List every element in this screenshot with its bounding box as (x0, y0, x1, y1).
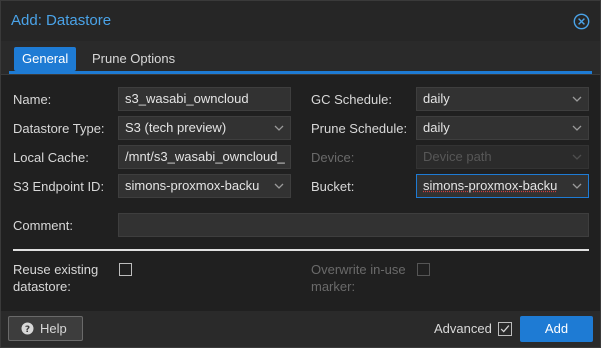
datastore-type-label: Datastore Type: (13, 121, 105, 136)
add-datastore-dialog: Add: Datastore General Prune Options Nam… (0, 0, 601, 348)
s3-endpoint-id-select[interactable]: simons-proxmox-backu (118, 174, 291, 198)
overwrite-in-use-label-line1: Overwrite in-use (311, 262, 406, 277)
reuse-existing-checkbox[interactable] (119, 263, 132, 276)
s3-endpoint-id-label: S3 Endpoint ID: (13, 179, 105, 194)
help-button[interactable]: ? Help (8, 316, 83, 341)
overwrite-in-use-checkbox (417, 263, 430, 276)
datastore-type-select[interactable]: S3 (tech preview) (118, 116, 291, 140)
help-button-label: Help (40, 321, 67, 336)
name-label: Name: (13, 92, 52, 107)
tab-strip-underline (9, 71, 592, 74)
overwrite-in-use-label-line2: marker: (311, 279, 356, 294)
chevron-down-icon (274, 125, 284, 131)
prune-schedule-select[interactable]: daily (416, 116, 589, 140)
datastore-type-value: S3 (tech preview) (125, 120, 227, 135)
comment-input[interactable] (118, 213, 589, 237)
prune-schedule-label: Prune Schedule: (311, 121, 408, 136)
device-label: Device: (311, 150, 355, 165)
tab-prune-options[interactable]: Prune Options (84, 47, 183, 71)
gc-schedule-select[interactable]: daily (416, 87, 589, 111)
chevron-down-icon (274, 183, 284, 189)
device-select: Device path (416, 145, 589, 169)
chevron-down-icon (572, 183, 582, 189)
local-cache-input[interactable]: /mnt/s3_wasabi_owncloud_ (118, 145, 291, 169)
reuse-existing-label-line2: datastore: (13, 279, 71, 294)
dialog-titlebar: Add: Datastore (1, 1, 600, 41)
s3-endpoint-id-value: simons-proxmox-backu (125, 178, 260, 193)
reuse-existing-label-line1: Reuse existing (13, 262, 99, 277)
tab-bar: General Prune Options (1, 41, 600, 75)
form-separator (13, 249, 589, 251)
question-circle-icon: ? (21, 322, 34, 335)
bucket-label: Bucket: (311, 179, 355, 194)
svg-text:?: ? (25, 325, 30, 335)
gc-schedule-value: daily (423, 91, 450, 106)
comment-label: Comment: (13, 218, 73, 233)
local-cache-label: Local Cache: (13, 150, 89, 165)
bucket-select[interactable]: simons-proxmox-backu (416, 174, 589, 198)
advanced-checkbox[interactable] (498, 322, 512, 336)
close-icon[interactable] (573, 13, 590, 30)
dialog-footer: ? Help Advanced Add (1, 311, 600, 347)
prune-schedule-value: daily (423, 120, 450, 135)
chevron-down-icon (572, 96, 582, 102)
name-input[interactable]: s3_wasabi_owncloud (118, 87, 291, 111)
chevron-down-icon (572, 125, 582, 131)
advanced-label: Advanced (434, 321, 492, 336)
dialog-title: Add: Datastore (11, 12, 112, 29)
tab-general[interactable]: General (14, 47, 77, 71)
device-placeholder: Device path (423, 149, 492, 164)
gc-schedule-label: GC Schedule: (311, 92, 392, 107)
add-button[interactable]: Add (520, 316, 593, 342)
chevron-down-icon (572, 154, 582, 160)
bucket-value: simons-proxmox-backu (423, 178, 558, 193)
checkmark-icon (500, 325, 510, 333)
